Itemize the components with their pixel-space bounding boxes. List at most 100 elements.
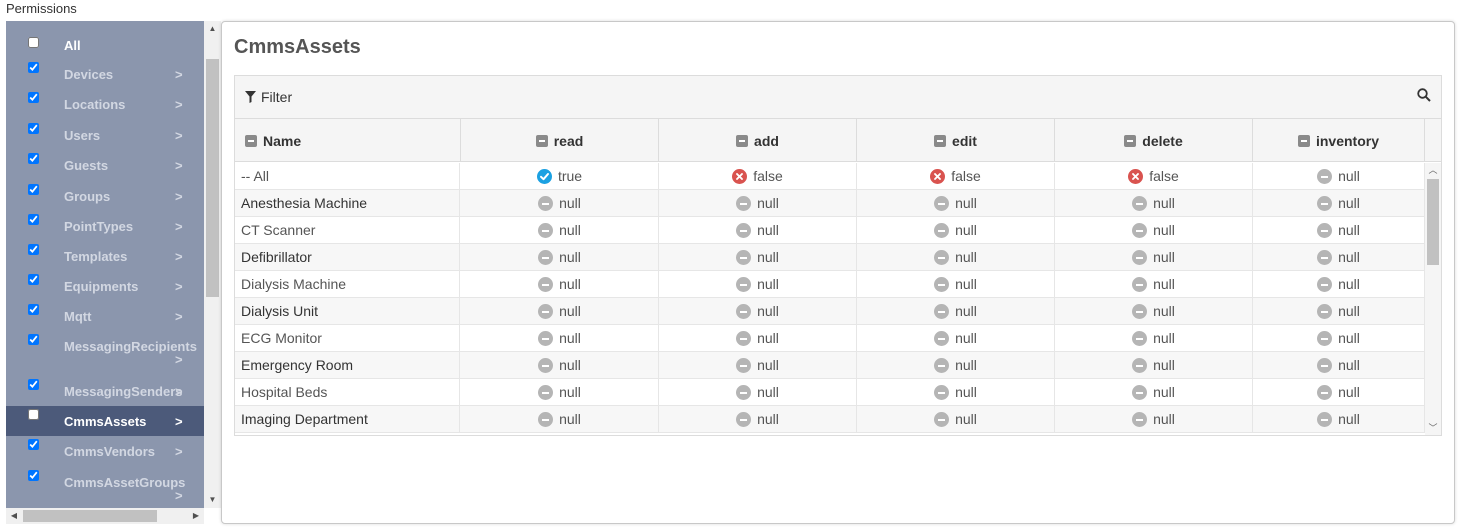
sidebar-checkbox[interactable] bbox=[28, 274, 39, 285]
permission-cell-read[interactable]: null bbox=[461, 217, 659, 244]
sidebar-checkbox[interactable] bbox=[28, 304, 39, 315]
permission-cell-inventory[interactable]: null bbox=[1253, 325, 1425, 352]
table-row[interactable]: ECG Monitor null null null null null bbox=[235, 325, 1425, 352]
permission-cell-read[interactable]: null bbox=[461, 298, 659, 325]
sidebar-checkbox[interactable] bbox=[28, 184, 39, 195]
permission-cell-edit[interactable]: null bbox=[857, 325, 1055, 352]
permission-cell-delete[interactable]: null bbox=[1055, 271, 1253, 298]
permission-cell-read[interactable]: null bbox=[461, 379, 659, 406]
permission-cell-read[interactable]: null bbox=[461, 325, 659, 352]
scrollbar-thumb[interactable] bbox=[23, 510, 157, 522]
sidebar-checkbox[interactable] bbox=[28, 123, 39, 134]
sidebar-checkbox[interactable] bbox=[28, 214, 39, 225]
filter-button[interactable]: Filter bbox=[245, 89, 292, 105]
sidebar-item-all[interactable]: All bbox=[6, 29, 204, 59]
permission-cell-edit[interactable]: false bbox=[857, 163, 1055, 190]
permission-cell-edit[interactable]: null bbox=[857, 190, 1055, 217]
chevron-up-icon[interactable]: ︿ bbox=[1425, 163, 1441, 177]
column-header-name[interactable]: Name bbox=[235, 119, 461, 162]
sidebar-horizontal-scrollbar[interactable]: ◀ ▶ bbox=[6, 508, 204, 524]
column-header-inventory[interactable]: inventory bbox=[1253, 119, 1425, 162]
permission-cell-edit[interactable]: null bbox=[857, 352, 1055, 379]
sidebar-checkbox[interactable] bbox=[28, 334, 39, 345]
table-row[interactable]: CT Scanner null null null null null bbox=[235, 217, 1425, 244]
column-header-delete[interactable]: delete bbox=[1055, 119, 1253, 162]
permission-cell-delete[interactable]: null bbox=[1055, 352, 1253, 379]
column-select-checkbox[interactable] bbox=[535, 134, 548, 147]
permission-cell-edit[interactable]: null bbox=[857, 217, 1055, 244]
table-row[interactable]: Hospital Beds null null null null null bbox=[235, 379, 1425, 406]
sidebar-item-devices[interactable]: Devices > bbox=[6, 59, 204, 89]
permission-cell-read[interactable]: null bbox=[461, 406, 659, 433]
sidebar-checkbox[interactable] bbox=[28, 153, 39, 164]
permission-cell-delete[interactable]: null bbox=[1055, 244, 1253, 271]
permission-cell-delete[interactable]: null bbox=[1055, 406, 1253, 433]
permission-cell-delete[interactable]: null bbox=[1055, 298, 1253, 325]
column-select-checkbox[interactable] bbox=[736, 134, 749, 147]
permission-cell-add[interactable]: null bbox=[659, 352, 857, 379]
sidebar-checkbox[interactable] bbox=[28, 62, 39, 73]
sidebar-checkbox[interactable] bbox=[28, 37, 39, 48]
table-row[interactable]: -- All true false false false null bbox=[235, 163, 1425, 190]
sidebar-item-cmmsvendors[interactable]: CmmsVendors > bbox=[6, 436, 204, 466]
permission-cell-read[interactable]: null bbox=[461, 190, 659, 217]
sidebar-item-locations[interactable]: Locations > bbox=[6, 89, 204, 119]
table-row[interactable]: Imaging Department null null null null null bbox=[235, 406, 1425, 433]
permission-cell-delete[interactable]: null bbox=[1055, 190, 1253, 217]
column-header-edit[interactable]: edit bbox=[857, 119, 1055, 162]
permission-cell-delete[interactable]: null bbox=[1055, 325, 1253, 352]
table-row[interactable]: Dialysis Unit null null null null null bbox=[235, 298, 1425, 325]
permission-cell-delete[interactable]: false bbox=[1055, 163, 1253, 190]
sidebar-item-cmmsassetgroups[interactable]: CmmsAssetGroups > bbox=[6, 467, 204, 508]
permission-cell-edit[interactable]: null bbox=[857, 406, 1055, 433]
table-row[interactable]: Emergency Room null null null null null bbox=[235, 352, 1425, 379]
scrollbar-thumb[interactable] bbox=[206, 59, 219, 297]
sidebar-checkbox[interactable] bbox=[28, 244, 39, 255]
permission-cell-inventory[interactable]: null bbox=[1253, 298, 1425, 325]
sidebar-item-equipments[interactable]: Equipments > bbox=[6, 271, 204, 301]
scroll-up-arrow-icon[interactable]: ▲ bbox=[204, 21, 221, 37]
sidebar-checkbox[interactable] bbox=[28, 92, 39, 103]
permission-cell-inventory[interactable]: null bbox=[1253, 163, 1425, 190]
scrollbar-thumb[interactable] bbox=[1427, 179, 1439, 265]
permission-cell-add[interactable]: false bbox=[659, 163, 857, 190]
column-select-checkbox[interactable] bbox=[245, 134, 257, 147]
permission-cell-read[interactable]: null bbox=[461, 352, 659, 379]
permission-cell-add[interactable]: null bbox=[659, 244, 857, 271]
permission-cell-edit[interactable]: null bbox=[857, 244, 1055, 271]
permission-cell-inventory[interactable]: null bbox=[1253, 244, 1425, 271]
sidebar-item-messagingsenders[interactable]: MessagingSenders > bbox=[6, 376, 204, 406]
sidebar-item-users[interactable]: Users > bbox=[6, 120, 204, 150]
grid-vertical-scrollbar[interactable]: ︿ ﹀ bbox=[1425, 163, 1441, 435]
permission-cell-delete[interactable]: null bbox=[1055, 379, 1253, 406]
permission-cell-delete[interactable]: null bbox=[1055, 217, 1253, 244]
permission-cell-add[interactable]: null bbox=[659, 217, 857, 244]
scroll-left-arrow-icon[interactable]: ◀ bbox=[6, 508, 22, 524]
permission-cell-edit[interactable]: null bbox=[857, 271, 1055, 298]
permission-cell-read[interactable]: null bbox=[461, 244, 659, 271]
permission-cell-edit[interactable]: null bbox=[857, 298, 1055, 325]
permission-cell-add[interactable]: null bbox=[659, 298, 857, 325]
permission-cell-inventory[interactable]: null bbox=[1253, 352, 1425, 379]
column-header-add[interactable]: add bbox=[659, 119, 857, 162]
sidebar-checkbox[interactable] bbox=[28, 439, 39, 450]
sidebar-item-pointtypes[interactable]: PointTypes > bbox=[6, 211, 204, 241]
permission-cell-add[interactable]: null bbox=[659, 271, 857, 298]
scroll-down-arrow-icon[interactable]: ▼ bbox=[204, 492, 221, 508]
table-row[interactable]: Defibrillator null null null null null bbox=[235, 244, 1425, 271]
permission-cell-add[interactable]: null bbox=[659, 406, 857, 433]
permission-cell-inventory[interactable]: null bbox=[1253, 271, 1425, 298]
scroll-right-arrow-icon[interactable]: ▶ bbox=[188, 508, 204, 524]
column-select-checkbox[interactable] bbox=[934, 134, 947, 147]
permission-cell-inventory[interactable]: null bbox=[1253, 379, 1425, 406]
permission-cell-inventory[interactable]: null bbox=[1253, 190, 1425, 217]
sidebar-vertical-scrollbar[interactable]: ▲ ▼ bbox=[204, 21, 221, 508]
permission-cell-read[interactable]: null bbox=[461, 271, 659, 298]
chevron-down-icon[interactable]: ﹀ bbox=[1425, 421, 1441, 435]
permission-cell-edit[interactable]: null bbox=[857, 379, 1055, 406]
table-row[interactable]: Dialysis Machine null null null null null bbox=[235, 271, 1425, 298]
permission-cell-add[interactable]: null bbox=[659, 325, 857, 352]
permission-cell-add[interactable]: null bbox=[659, 379, 857, 406]
sidebar-checkbox[interactable] bbox=[28, 379, 39, 390]
permission-cell-add[interactable]: null bbox=[659, 190, 857, 217]
